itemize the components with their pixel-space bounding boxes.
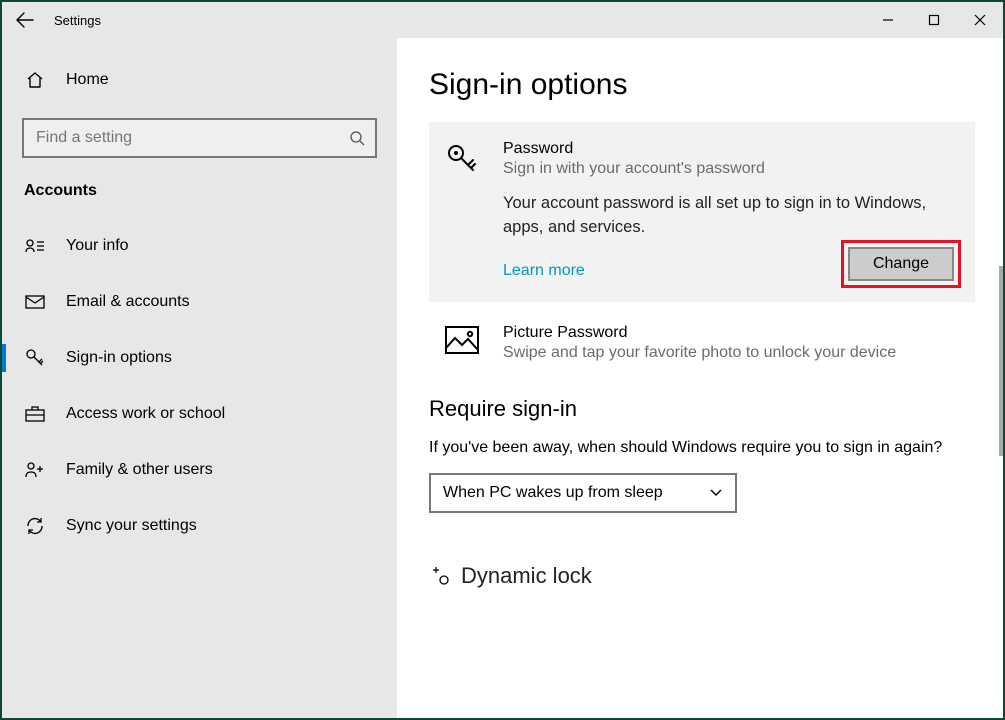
back-button[interactable]: [2, 2, 48, 38]
password-card: Password Sign in with your account's pas…: [429, 122, 975, 302]
password-title: Password: [503, 140, 959, 158]
window-controls: [865, 2, 1003, 38]
window-title: Settings: [48, 13, 101, 28]
require-signin-prompt: If you've been away, when should Windows…: [429, 436, 975, 459]
home-label: Home: [66, 71, 109, 89]
sidebar-item-label: Sign-in options: [66, 349, 172, 367]
sidebar-item-label: Sync your settings: [66, 517, 197, 535]
home-icon: [24, 70, 46, 90]
content-area: Sign-in options Password Sign in with yo…: [397, 38, 1003, 718]
dynamic-lock-label: Dynamic lock: [461, 563, 592, 589]
sidebar-item-sign-in-options[interactable]: Sign-in options: [2, 330, 397, 386]
arrow-left-icon: [16, 11, 34, 29]
chevron-down-icon: [709, 488, 723, 498]
key-icon: [24, 348, 46, 368]
search-input[interactable]: [34, 128, 349, 148]
sidebar-item-access-work-school[interactable]: Access work or school: [2, 386, 397, 442]
learn-more-link[interactable]: Learn more: [503, 262, 585, 280]
sidebar-item-label: Email & accounts: [66, 293, 190, 311]
maximize-icon: [928, 14, 940, 26]
home-nav[interactable]: Home: [2, 52, 397, 108]
picture-password-title: Picture Password: [503, 324, 896, 342]
sidebar-item-label: Your info: [66, 237, 129, 255]
sidebar: Home Accounts Your info Email & acco: [2, 38, 397, 718]
picture-password-subtitle: Swipe and tap your favorite photo to unl…: [503, 344, 896, 362]
dynamic-lock-heading: Dynamic lock: [429, 563, 975, 589]
picture-icon: [445, 324, 481, 362]
close-button[interactable]: [957, 2, 1003, 38]
select-value: When PC wakes up from sleep: [443, 484, 663, 502]
briefcase-icon: [24, 406, 46, 422]
people-icon: [24, 461, 46, 479]
sidebar-item-sync-settings[interactable]: Sync your settings: [2, 498, 397, 554]
change-highlight: Change: [841, 240, 961, 288]
sidebar-item-your-info[interactable]: Your info: [2, 218, 397, 274]
sidebar-item-email-accounts[interactable]: Email & accounts: [2, 274, 397, 330]
search-box[interactable]: [22, 118, 377, 158]
sync-icon: [24, 516, 46, 536]
password-description: Your account password is all set up to s…: [503, 192, 959, 240]
require-signin-heading: Require sign-in: [429, 396, 975, 422]
picture-password-option[interactable]: Picture Password Swipe and tap your favo…: [429, 318, 975, 368]
page-title: Sign-in options: [429, 68, 975, 102]
minimize-icon: [882, 14, 894, 26]
window-body: Home Accounts Your info Email & acco: [2, 38, 1003, 718]
mail-icon: [24, 295, 46, 309]
sparkle-icon: [429, 565, 451, 587]
require-signin-select[interactable]: When PC wakes up from sleep: [429, 473, 737, 513]
change-button[interactable]: Change: [848, 247, 954, 281]
settings-window: Settings Home: [0, 0, 1005, 720]
scrollbar[interactable]: [999, 266, 1003, 456]
key-icon: [445, 140, 481, 280]
password-subtitle: Sign in with your account's password: [503, 160, 959, 178]
maximize-button[interactable]: [911, 2, 957, 38]
close-icon: [974, 14, 986, 26]
titlebar: Settings: [2, 2, 1003, 38]
section-heading: Accounts: [2, 176, 397, 218]
sidebar-item-family-other-users[interactable]: Family & other users: [2, 442, 397, 498]
sidebar-item-label: Access work or school: [66, 405, 225, 423]
person-card-icon: [24, 238, 46, 254]
minimize-button[interactable]: [865, 2, 911, 38]
sidebar-item-label: Family & other users: [66, 461, 213, 479]
search-icon: [349, 130, 365, 146]
